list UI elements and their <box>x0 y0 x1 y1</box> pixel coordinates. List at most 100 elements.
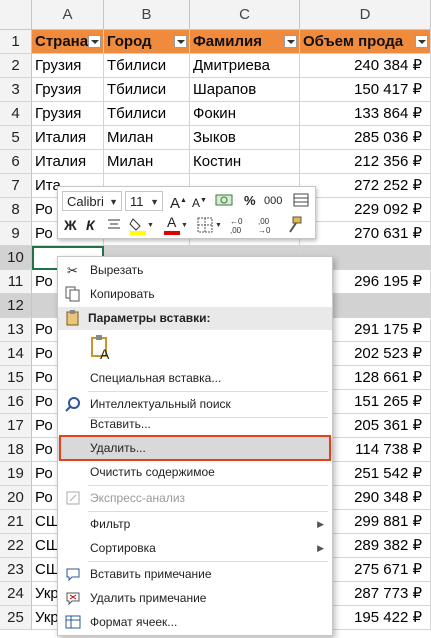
row-header[interactable]: 17 <box>0 414 32 438</box>
row-header[interactable]: 3 <box>0 78 32 102</box>
menu-item-insert-comment[interactable]: Вставить примечание <box>58 563 332 586</box>
decrease-decimal-icon: ,00→0 <box>258 217 271 235</box>
row-header[interactable]: 4 <box>0 102 32 126</box>
column-header-d[interactable]: D <box>300 0 431 30</box>
cell-sales[interactable]: 285 036 ₽ <box>300 126 431 150</box>
cell-sales[interactable]: 212 356 ₽ <box>300 150 431 174</box>
cell-sales[interactable]: 270 631 ₽ <box>300 222 431 246</box>
cell-surname[interactable]: Шарапов <box>190 78 300 102</box>
filter-dropdown-icon[interactable] <box>88 35 101 48</box>
row-header[interactable]: 6 <box>0 150 32 174</box>
row-header[interactable]: 18 <box>0 438 32 462</box>
context-menu: ✂ Вырезать Копировать Параметры вставки:… <box>57 256 333 636</box>
menu-item-insert[interactable]: Вставить... <box>58 413 332 436</box>
percent-style-button[interactable]: % <box>244 191 256 211</box>
svg-text:←0: ←0 <box>230 217 243 226</box>
cell-city[interactable]: Милан <box>104 126 190 150</box>
menu-item-clear-contents[interactable]: Очистить содержимое <box>58 461 332 484</box>
format-table-button[interactable] <box>292 191 310 211</box>
menu-item-filter[interactable]: Фильтр ▶ <box>58 513 332 536</box>
cell-country[interactable]: Италия <box>32 150 104 174</box>
cell-city[interactable]: Тбилиси <box>104 102 190 126</box>
select-all-corner[interactable] <box>0 0 32 30</box>
menu-item-cut[interactable]: ✂ Вырезать <box>58 259 332 282</box>
row-header[interactable]: 9 <box>0 222 32 246</box>
cell-country[interactable]: Италия <box>32 126 104 150</box>
cell-city[interactable]: Милан <box>104 150 190 174</box>
column-header-b[interactable]: B <box>104 0 190 30</box>
cell-city[interactable]: Тбилиси <box>104 54 190 78</box>
cell-surname[interactable]: Фокин <box>190 102 300 126</box>
row-header[interactable]: 13 <box>0 318 32 342</box>
header-cell-city[interactable]: Город <box>104 30 190 54</box>
italic-button[interactable]: К <box>86 215 95 235</box>
cell-country[interactable]: Грузия <box>32 102 104 126</box>
align-center-button[interactable] <box>106 215 122 235</box>
cell-sales[interactable]: 240 384 ₽ <box>300 54 431 78</box>
row-header[interactable]: 20 <box>0 486 32 510</box>
increase-decimal-button[interactable]: ←0,00 <box>228 215 252 235</box>
row-header[interactable]: 2 <box>0 54 32 78</box>
cell-surname[interactable]: Костин <box>190 150 300 174</box>
cell-country[interactable]: Грузия <box>32 78 104 102</box>
row-header[interactable]: 21 <box>0 510 32 534</box>
menu-item-quick-analysis[interactable]: Экспресс-анализ <box>58 487 332 510</box>
row-header[interactable]: 16 <box>0 390 32 414</box>
menu-separator <box>88 561 328 562</box>
format-painter-button[interactable] <box>284 215 304 235</box>
font-size-dropdown[interactable]: 11 ▼ <box>125 191 163 211</box>
column-header-c[interactable]: C <box>190 0 300 30</box>
fill-color-button[interactable]: ▼ <box>128 215 154 235</box>
row-header[interactable]: 5 <box>0 126 32 150</box>
menu-item-delete-comment[interactable]: Удалить примечание <box>58 587 332 610</box>
row-header[interactable]: 15 <box>0 366 32 390</box>
row-header[interactable]: 10 <box>0 246 32 270</box>
shrink-font-button[interactable]: A▼ <box>192 191 207 211</box>
bold-button[interactable]: Ж <box>64 215 77 235</box>
header-cell-country[interactable]: Страна <box>32 30 104 54</box>
decrease-decimal-button[interactable]: ,00 →0 <box>256 215 280 235</box>
row-header[interactable]: 24 <box>0 582 32 606</box>
cell-sales[interactable]: 133 864 ₽ <box>300 102 431 126</box>
cell-surname[interactable]: Дмитриева <box>190 54 300 78</box>
cell-sales[interactable]: 272 252 ₽ <box>300 174 431 198</box>
filter-dropdown-icon[interactable] <box>415 35 428 48</box>
cell-country[interactable]: Грузия <box>32 54 104 78</box>
quick-analysis-icon <box>64 490 81 507</box>
font-name-dropdown[interactable]: Calibri ▼ <box>62 191 122 211</box>
table-header-row: 1 Страна Город Фамилия Объем прода <box>0 30 431 54</box>
grow-font-button[interactable]: A▲ <box>170 191 187 212</box>
submenu-arrow-icon: ▶ <box>317 519 324 529</box>
row-header[interactable]: 19 <box>0 462 32 486</box>
row-header[interactable]: 8 <box>0 198 32 222</box>
comma-style-button[interactable]: 000 <box>264 191 282 211</box>
table-row: 4 Грузия Тбилиси Фокин 133 864 ₽ <box>0 102 431 126</box>
menu-item-format-cells[interactable]: Формат ячеек... <box>58 611 332 634</box>
header-cell-surname[interactable]: Фамилия <box>190 30 300 54</box>
column-header-a[interactable]: A <box>32 0 104 30</box>
row-header[interactable]: 25 <box>0 606 32 630</box>
row-header[interactable]: 22 <box>0 534 32 558</box>
mini-formatting-toolbar: Calibri ▼ 11 ▼ A▲ A▼ % 000 Ж К ▼ ▼ A ▼ ←0,… <box>57 186 316 239</box>
cell-city[interactable]: Тбилиси <box>104 78 190 102</box>
cell-sales[interactable]: 150 417 ₽ <box>300 78 431 102</box>
header-cell-sales[interactable]: Объем прода <box>300 30 431 54</box>
row-header[interactable]: 1 <box>0 30 32 54</box>
menu-item-paste-special[interactable]: Специальная вставка... <box>58 367 332 390</box>
row-header[interactable]: 7 <box>0 174 32 198</box>
row-header[interactable]: 12 <box>0 294 32 318</box>
row-header[interactable]: 14 <box>0 342 32 366</box>
row-header[interactable]: 23 <box>0 558 32 582</box>
menu-item-sort[interactable]: Сортировка ▶ <box>58 537 332 560</box>
menu-item-copy[interactable]: Копировать <box>58 283 332 306</box>
number-format-button[interactable] <box>214 191 238 211</box>
paint-bucket-icon: ▼ <box>129 218 154 235</box>
cell-sales[interactable]: 229 092 ₽ <box>300 198 431 222</box>
cell-surname[interactable]: Зыков <box>190 126 300 150</box>
borders-button[interactable]: ▼ <box>196 215 222 235</box>
filter-dropdown-icon[interactable] <box>284 35 297 48</box>
paste-values-option[interactable]: A <box>58 333 332 365</box>
filter-dropdown-icon[interactable] <box>174 35 187 48</box>
font-color-button[interactable]: ▼ A <box>162 214 188 235</box>
row-header[interactable]: 11 <box>0 270 32 294</box>
